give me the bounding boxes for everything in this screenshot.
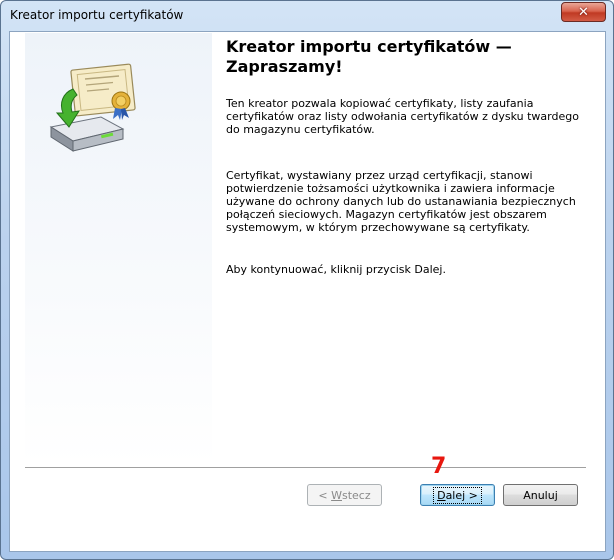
- certificate-import-icon: [49, 63, 136, 152]
- back-button-label: < Wstecz: [318, 488, 371, 502]
- back-button[interactable]: < Wstecz: [307, 484, 382, 506]
- intro-paragraph: Ten kreator pozwala kopiować certyfikaty…: [226, 97, 579, 136]
- wizard-window: Kreator importu certyfikatów ✕ Kreator i…: [0, 0, 614, 560]
- description-paragraph: Certyfikat, wystawiany przez urząd certy…: [226, 169, 576, 234]
- window-title: Kreator importu certyfikatów: [10, 8, 184, 22]
- cancel-button[interactable]: Anuluj: [503, 484, 578, 506]
- instruction-paragraph: Aby kontynuować, kliknij przycisk Dalej.: [226, 263, 446, 276]
- step-annotation: 7: [431, 454, 447, 479]
- page-title: Kreator importu certyfikatów — Zapraszam…: [226, 37, 512, 76]
- next-button[interactable]: Dalej >: [420, 484, 495, 506]
- close-icon: ✕: [578, 4, 589, 20]
- next-button-label: Dalej >: [433, 486, 482, 504]
- button-divider: [25, 467, 586, 469]
- close-button[interactable]: ✕: [561, 2, 606, 22]
- title-bar[interactable]: Kreator importu certyfikatów ✕: [1, 1, 613, 31]
